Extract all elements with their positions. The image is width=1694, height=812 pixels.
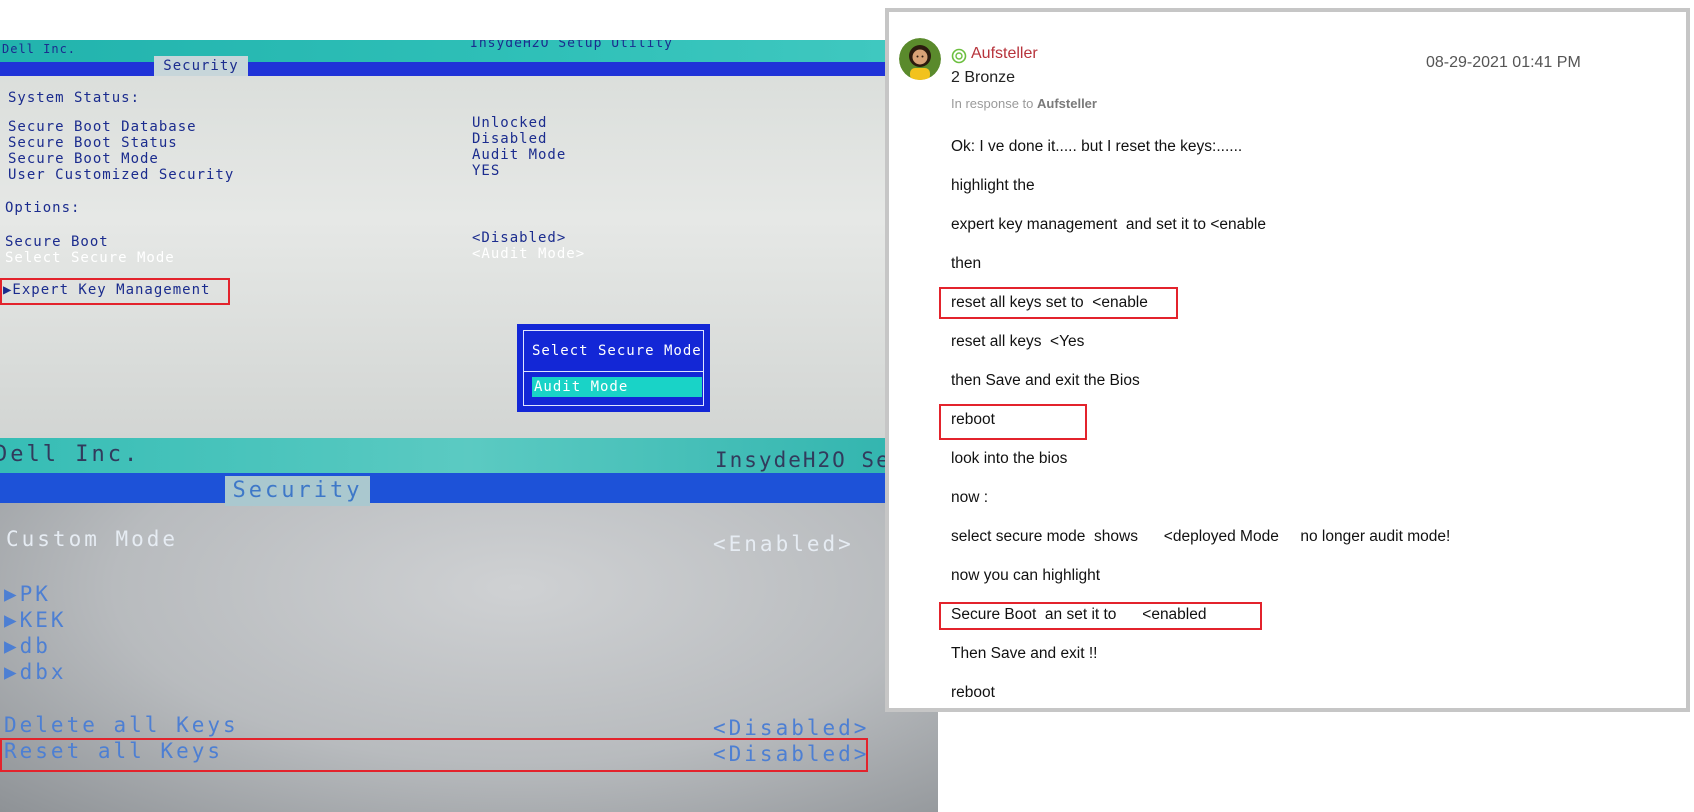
popup-frame: Select Secure Mode Audit Mode	[523, 330, 704, 406]
option-secure-boot-value[interactable]: <Disabled>	[472, 230, 566, 246]
bios-photo-security-status: Dell Inc. InsydeH2O Setup Utility Securi…	[0, 40, 895, 438]
bios-vendor: Dell Inc.	[0, 442, 141, 467]
post-line: then Save and exit the Bios	[951, 372, 1140, 389]
highlight-box	[939, 404, 1087, 440]
post-line: Then Save and exit !!	[951, 645, 1098, 662]
bios-title-bar: Dell Inc. InsydeH2O Setu	[0, 438, 938, 473]
option-select-secure-mode-value[interactable]: <Audit Mode>	[472, 246, 585, 262]
status-label: Secure Boot Status	[8, 135, 178, 151]
highlight-box	[0, 738, 868, 772]
in-response-author-link[interactable]: Aufsteller	[1037, 96, 1097, 111]
key-item-dbx[interactable]: ▶dbx	[4, 660, 67, 684]
option-select-secure-mode-label[interactable]: Select Secure Mode	[5, 250, 175, 266]
status-label: User Customized Security	[8, 167, 235, 183]
system-status-heading: System Status:	[8, 90, 141, 106]
status-value: Disabled	[472, 131, 548, 147]
bios-title-bar: Dell Inc. InsydeH2O Setup Utility	[0, 40, 895, 62]
post-timestamp: 08-29-2021 01:41 PM	[1426, 54, 1581, 71]
author-name-link[interactable]: Aufsteller	[971, 45, 1038, 63]
post-line: select secure mode shows <deployed Mode …	[951, 528, 1451, 545]
popup-title: Select Secure Mode	[532, 343, 702, 359]
post-line: now you can highlight	[951, 567, 1101, 584]
select-secure-mode-popup: Select Secure Mode Audit Mode	[517, 324, 710, 412]
post-line: now :	[951, 489, 989, 506]
in-response-to: In response to Aufsteller	[951, 96, 1097, 111]
post-line: reboot	[951, 684, 995, 701]
status-label: Secure Boot Database	[8, 119, 197, 135]
rank-badge-icon	[951, 48, 967, 64]
tab-security[interactable]: Security	[154, 56, 248, 76]
status-value: YES	[472, 163, 501, 179]
popup-divider	[524, 371, 703, 372]
highlight-box	[939, 287, 1178, 319]
options-heading: Options:	[5, 200, 81, 216]
bios-tab-bar	[0, 473, 938, 503]
post-line: Ok: I ve done it..... but I reset the ke…	[951, 138, 1243, 155]
highlight-box	[939, 602, 1262, 630]
forum-post: Aufsteller 2 Bronze In response to Aufst…	[885, 8, 1690, 712]
key-item-pk[interactable]: ▶PK	[4, 582, 51, 606]
bios-utility-title: InsydeH2O Setup Utility	[470, 40, 674, 51]
bios-photo-custom-mode: Dell Inc. InsydeH2O Setu Security Custom…	[0, 438, 938, 812]
highlight-box	[0, 278, 230, 305]
tab-security[interactable]: Security	[225, 476, 370, 506]
delete-all-keys-value[interactable]: <Disabled>	[713, 716, 869, 740]
status-label: Secure Boot Mode	[8, 151, 159, 167]
status-value: Audit Mode	[472, 147, 567, 163]
key-item-db[interactable]: ▶db	[4, 634, 51, 658]
key-item-kek[interactable]: ▶KEK	[4, 608, 67, 632]
post-line: highlight the	[951, 177, 1035, 194]
post-line: look into the bios	[951, 450, 1068, 467]
popup-option-audit-mode[interactable]: Audit Mode	[532, 377, 702, 397]
in-response-prefix: In response to	[951, 96, 1034, 111]
bios-vendor: Dell Inc.	[2, 42, 77, 56]
post-line: reset all keys <Yes	[951, 333, 1085, 350]
delete-all-keys-label[interactable]: Delete all Keys	[4, 713, 239, 737]
post-line: then	[951, 255, 982, 272]
custom-mode-label[interactable]: Custom Mode	[6, 527, 178, 551]
custom-mode-value[interactable]: <Enabled>	[713, 532, 854, 556]
avatar[interactable]	[899, 38, 941, 80]
status-value: Unlocked	[472, 115, 548, 131]
bios-tab-bar	[0, 62, 895, 76]
option-secure-boot-label[interactable]: Secure Boot	[5, 234, 109, 250]
post-line: expert key management and set it to <ena…	[951, 216, 1266, 233]
author-rank: 2 Bronze	[951, 69, 1016, 86]
